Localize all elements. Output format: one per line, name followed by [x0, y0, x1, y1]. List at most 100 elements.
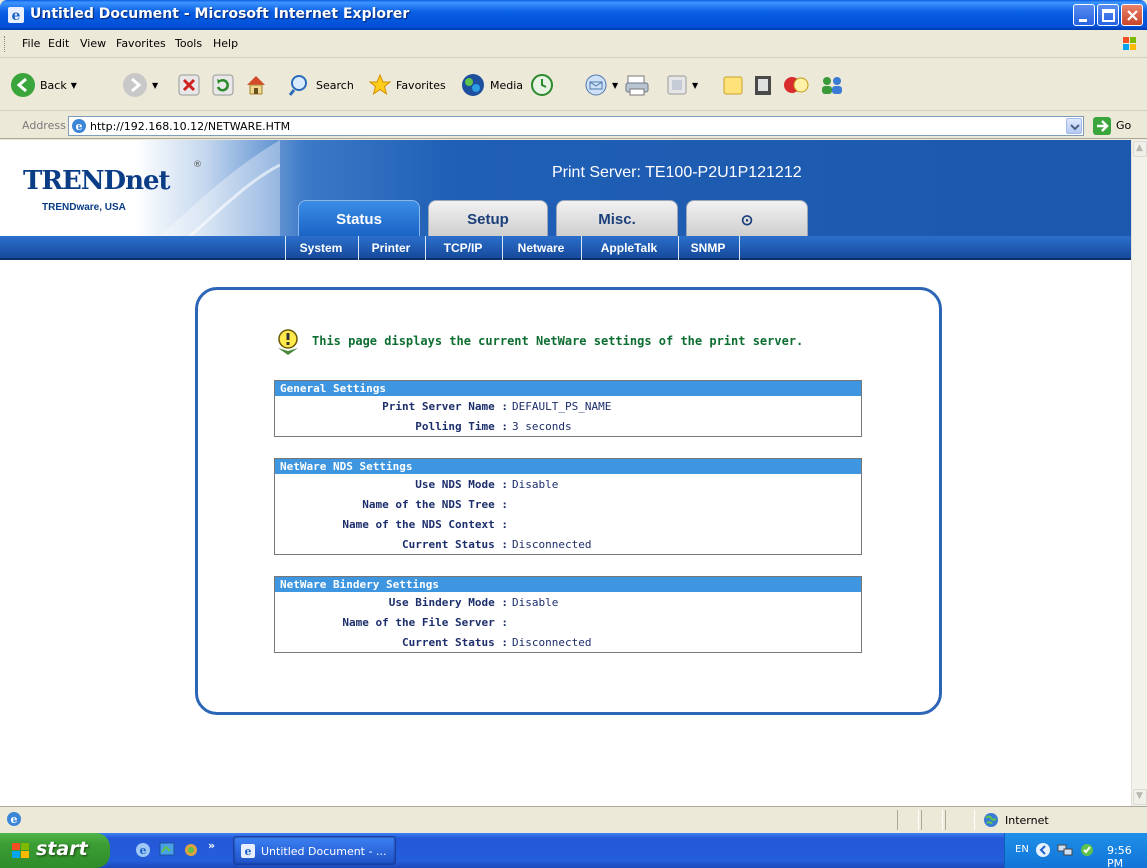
- internet-globe-icon: [984, 813, 998, 827]
- address-input[interactable]: e http://192.168.10.12/NETWARE.HTM: [68, 116, 1084, 136]
- go-arrow-icon[interactable]: [1092, 116, 1112, 136]
- maximize-icon: [1102, 9, 1115, 22]
- subnav-printer[interactable]: Printer: [359, 236, 423, 260]
- go-button[interactable]: Go: [1116, 119, 1131, 132]
- subnav-appletalk[interactable]: AppleTalk: [582, 236, 676, 260]
- tray-arrow-icon[interactable]: [1035, 842, 1051, 858]
- ie-page-icon: e: [72, 119, 86, 133]
- menu-bar: File Edit View Favorites Tools Help: [0, 30, 1147, 58]
- setting-value: Disable: [512, 596, 559, 609]
- page-content: TRENDnet ® TRENDware, USA Print Server: …: [0, 140, 1131, 806]
- favorites-button[interactable]: Favorites: [368, 71, 446, 99]
- quicklaunch-more-button[interactable]: »: [208, 839, 215, 852]
- subnav-tcpip[interactable]: TCP/IP: [426, 236, 500, 260]
- tray-network-icon[interactable]: [1057, 842, 1073, 858]
- forward-arrow-icon: [123, 73, 147, 97]
- address-bar: Address e http://192.168.10.12/NETWARE.H…: [0, 112, 1147, 139]
- mail-button[interactable]: ▼: [584, 71, 618, 99]
- registered-mark: ®: [193, 160, 202, 170]
- menu-favorites[interactable]: Favorites: [116, 37, 166, 50]
- language-indicator[interactable]: EN: [1015, 844, 1029, 855]
- tab-status[interactable]: Status: [298, 200, 420, 236]
- note-icon: [723, 76, 743, 95]
- start-button[interactable]: start: [0, 833, 110, 868]
- menu-view[interactable]: View: [80, 37, 106, 50]
- home-button[interactable]: [244, 71, 268, 99]
- subnav-system[interactable]: System: [286, 236, 356, 260]
- setting-value: Disconnected: [512, 636, 592, 649]
- menu-grip[interactable]: [4, 36, 7, 52]
- back-dropdown-icon[interactable]: ▼: [71, 81, 77, 90]
- window-title: Untitled Document - Microsoft Internet E…: [30, 6, 410, 22]
- stop-button[interactable]: [178, 71, 200, 99]
- tray-security-icon[interactable]: [1079, 842, 1095, 858]
- scroll-up-button[interactable]: ▲: [1133, 141, 1147, 157]
- tab-misc[interactable]: Misc.: [556, 200, 678, 236]
- quicklaunch-app-icon[interactable]: [182, 841, 200, 859]
- setting-row: Use Bindery Mode : Disable: [275, 592, 861, 612]
- chevron-down-icon: ▼: [1136, 791, 1143, 801]
- svg-text:e: e: [11, 813, 18, 826]
- setting-row: Name of the File Server :: [275, 612, 861, 632]
- close-icon: [1127, 10, 1138, 21]
- forward-dropdown-icon[interactable]: ▼: [152, 81, 158, 90]
- subnav-separator: [739, 236, 740, 260]
- refresh-button[interactable]: [212, 71, 234, 99]
- minimize-button[interactable]: [1073, 4, 1095, 26]
- setting-label: Name of the NDS Tree :: [362, 498, 508, 511]
- tab-power[interactable]: ⊙: [686, 200, 808, 236]
- discuss-button[interactable]: [722, 71, 744, 99]
- menu-file[interactable]: File: [22, 37, 40, 50]
- clock[interactable]: 9:56 PM: [1107, 844, 1147, 868]
- messenger-button[interactable]: [782, 71, 810, 99]
- search-label: Search: [316, 78, 354, 92]
- scroll-down-button[interactable]: ▼: [1133, 789, 1147, 805]
- subnav-snmp[interactable]: SNMP: [679, 236, 737, 260]
- forward-button[interactable]: ▼: [122, 71, 158, 99]
- print-server-title: Print Server: TE100-P2U1P121212: [552, 164, 802, 181]
- chevron-down-icon: [1070, 124, 1080, 131]
- close-button[interactable]: [1121, 4, 1143, 26]
- menu-edit[interactable]: Edit: [48, 37, 69, 50]
- setting-value: DEFAULT_PS_NAME: [512, 400, 612, 413]
- setting-row: Polling Time : 3 seconds: [275, 416, 861, 436]
- print-icon: [625, 75, 649, 96]
- setting-label: Polling Time :: [415, 420, 508, 433]
- section-header: NetWare Bindery Settings: [275, 577, 861, 592]
- standard-toolbar: Back ▼ ▼ Search Favorites Media ▼ ▼: [0, 59, 1147, 111]
- refresh-icon: [212, 74, 234, 96]
- setting-label: Name of the NDS Context :: [342, 518, 508, 531]
- quicklaunch-ie-icon[interactable]: e: [134, 841, 152, 859]
- setting-row: Print Server Name : DEFAULT_PS_NAME: [275, 396, 861, 416]
- tab-setup[interactable]: Setup: [428, 200, 548, 236]
- search-button[interactable]: Search: [288, 71, 354, 99]
- maximize-button[interactable]: [1097, 4, 1119, 26]
- menu-tools[interactable]: Tools: [175, 37, 202, 50]
- system-tray: EN 9:56 PM: [1004, 833, 1147, 868]
- back-button[interactable]: Back ▼: [10, 71, 77, 99]
- setting-label: Current Status :: [402, 538, 508, 551]
- quicklaunch-desktop-icon[interactable]: [158, 841, 176, 859]
- subnav-netware[interactable]: Netware: [503, 236, 579, 260]
- contacts-button[interactable]: [818, 71, 846, 99]
- setting-row: Current Status : Disconnected: [275, 534, 861, 554]
- vertical-scrollbar[interactable]: ▲ ▼: [1131, 140, 1147, 806]
- section-header: NetWare NDS Settings: [275, 459, 861, 474]
- edit-button[interactable]: ▼: [666, 71, 698, 99]
- mail-dropdown-icon[interactable]: ▼: [612, 81, 618, 90]
- research-button[interactable]: [752, 71, 774, 99]
- windows-flag-icon: [12, 843, 29, 858]
- setting-value: Disable: [512, 478, 559, 491]
- menu-help[interactable]: Help: [213, 37, 238, 50]
- edit-dropdown-icon[interactable]: ▼: [692, 81, 698, 90]
- window-title-bar[interactable]: e Untitled Document - Microsoft Internet…: [0, 0, 1147, 30]
- taskbar: start e » e Untitled Document - ... EN 9…: [0, 833, 1147, 868]
- media-button[interactable]: Media: [460, 71, 523, 99]
- history-button[interactable]: [530, 71, 554, 99]
- security-zone: Internet: [1005, 814, 1049, 827]
- edit-page-icon: [667, 75, 687, 95]
- print-button[interactable]: [624, 71, 650, 99]
- minimize-icon: [1079, 19, 1087, 22]
- address-dropdown-button[interactable]: [1066, 118, 1082, 134]
- taskbar-window-button[interactable]: e Untitled Document - ...: [233, 836, 396, 865]
